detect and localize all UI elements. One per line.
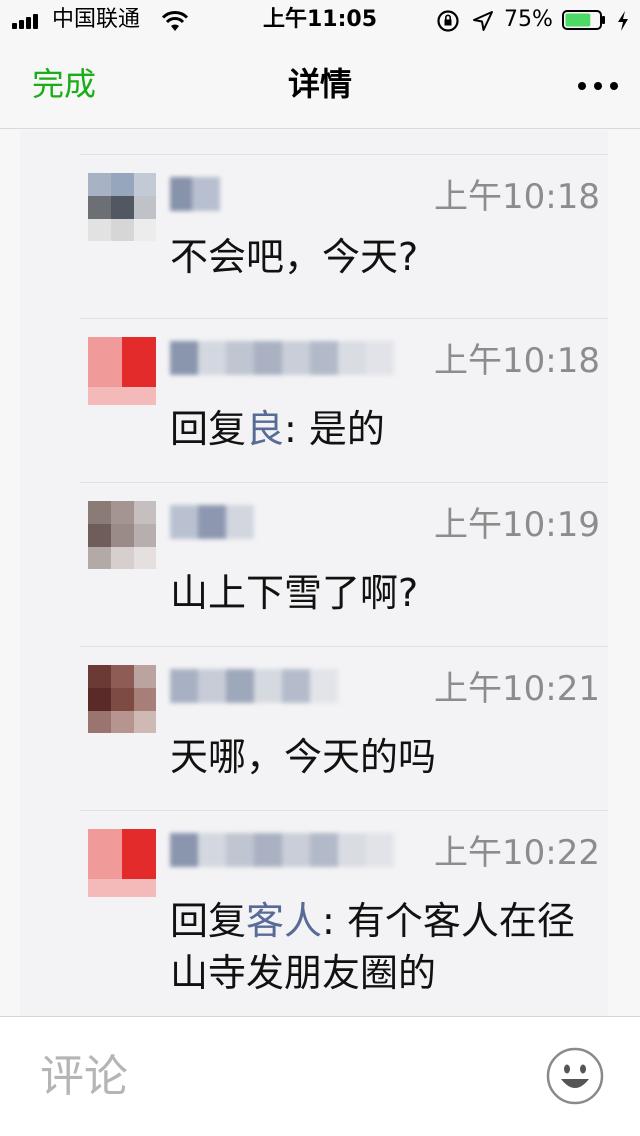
comment-time: 上午10:18 xyxy=(434,341,600,381)
comment-time: 上午10:22 xyxy=(434,833,600,873)
reply-body: 是的 xyxy=(308,407,385,451)
avatar[interactable] xyxy=(88,501,156,569)
comment-input[interactable]: 评论 xyxy=(40,1047,520,1107)
avatar[interactable] xyxy=(88,173,156,241)
comment-item[interactable]: 上午10:18 不会吧，今天? xyxy=(80,154,608,319)
battery-icon xyxy=(562,10,605,30)
battery-percentage: 75% xyxy=(504,7,553,32)
avatar[interactable] xyxy=(88,665,156,733)
reply-separator: : xyxy=(322,899,347,943)
reply-target-link[interactable]: 客人 xyxy=(246,899,322,943)
blurred-username[interactable] xyxy=(170,833,400,871)
comment-text: 回复客人: 有个客人在径山寺发朋友圈的 xyxy=(170,895,600,999)
blurred-username[interactable] xyxy=(170,177,220,215)
blurred-username[interactable] xyxy=(170,505,254,543)
status-bar: 中国联通 上午11:05 75% xyxy=(0,0,640,40)
blurred-username[interactable] xyxy=(170,341,400,379)
comment-text: 回复良: 是的 xyxy=(170,403,600,455)
reply-prefix: 回复 xyxy=(170,899,247,943)
location-arrow-icon xyxy=(473,11,493,31)
comment-item[interactable]: 上午10:22 回复客人: 有个客人在径山寺发朋友圈的 xyxy=(80,810,608,1017)
avatar[interactable] xyxy=(88,829,156,897)
navigation-bar: 完成 详情 xyxy=(0,40,640,129)
comment-item[interactable]: 上午10:18 回复良: 是的 xyxy=(80,318,608,483)
comment-item[interactable]: 上午10:21 天哪，今天的吗 xyxy=(80,646,608,811)
comment-text: 山上下雪了啊? xyxy=(170,571,419,615)
reply-target-link[interactable]: 良 xyxy=(246,407,284,451)
rotation-lock-icon xyxy=(437,10,459,32)
comment-time: 上午10:18 xyxy=(434,177,600,217)
comment-time: 上午10:19 xyxy=(434,505,600,545)
comment-item[interactable]: 上午10:19 山上下雪了啊? xyxy=(80,482,608,647)
comment-text: 天哪，今天的吗 xyxy=(170,735,437,779)
comment-list: 上午10:18 不会吧，今天? 上午10:18 回复良: 是的 上午10:19 … xyxy=(20,130,608,1016)
comment-input-bar: 评论 xyxy=(0,1016,640,1136)
comment-time: 上午10:21 xyxy=(434,669,600,709)
comment-text: 不会吧，今天? xyxy=(170,235,419,279)
reply-prefix: 回复 xyxy=(170,407,247,451)
emoji-smile-icon[interactable] xyxy=(546,1047,604,1105)
more-dots-icon[interactable] xyxy=(574,64,622,104)
reply-separator: : xyxy=(284,407,309,451)
blurred-username[interactable] xyxy=(170,669,340,707)
comment-detail-screen: 中国联通 上午11:05 75% 完成 详情 上午10:18 不会吧，今天? 上… xyxy=(0,0,640,1136)
avatar[interactable] xyxy=(88,337,156,405)
page-title: 详情 xyxy=(287,65,352,103)
charging-icon xyxy=(618,11,628,31)
